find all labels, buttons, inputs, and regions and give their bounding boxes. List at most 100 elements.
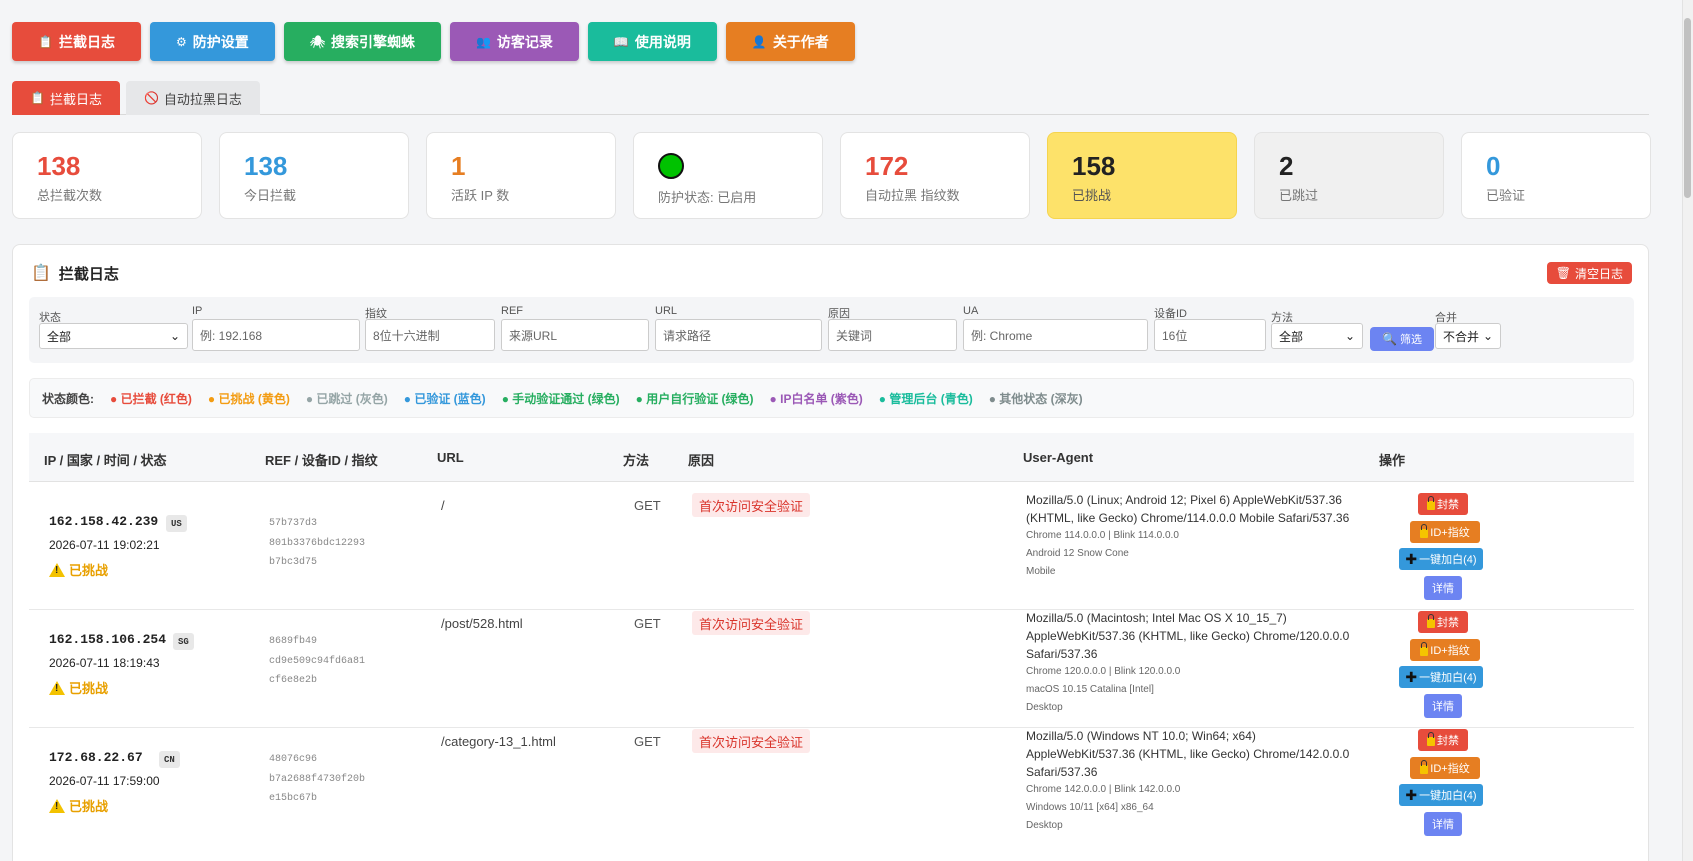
status-label: 已挑战 — [49, 560, 108, 579]
chevron-down-icon: ⌄ — [169, 329, 180, 343]
chevron-down-icon: ⌄ — [1482, 329, 1493, 343]
table-header: IP / 国家 / 时间 / 状态 REF / 设备ID / 指纹 URL 方法… — [29, 433, 1634, 482]
filter-label: URL — [655, 305, 678, 317]
legend-item: ● 其他状态 (深灰) — [988, 391, 1083, 406]
subtab-auto-blacklist-log[interactable]: 🚫 自动拉黑日志 — [125, 81, 260, 115]
reason-badge: 首次访问安全验证 — [692, 493, 811, 517]
whitelist-button[interactable]: ✚ 一键加白(4) — [1399, 548, 1483, 570]
tab-search-spiders[interactable]: 🕷 搜索引擎蜘蛛 — [283, 22, 441, 61]
stat-label: 已验证 — [1486, 188, 1526, 203]
ban-button[interactable]: 封禁 — [1418, 611, 1468, 633]
status-text: 已挑战 — [69, 681, 109, 696]
detail-button[interactable]: 详情 — [1424, 576, 1462, 600]
ua-device: Mobile — [1026, 566, 1056, 577]
user-agent: Mozilla/5.0 (Linux; Android 12; Pixel 6)… — [1026, 491, 1366, 581]
scrollbar[interactable] — [1682, 0, 1693, 861]
filter-label: 状态 — [39, 312, 61, 324]
fingerprint: cf6e8e2b — [269, 675, 318, 686]
ban-label: 封禁 — [1437, 735, 1459, 747]
legend-item: ● IP白名单 (紫色) — [769, 391, 863, 406]
status-select[interactable]: 全部 ⌄ — [39, 323, 188, 349]
column-header: User-Agent — [1023, 450, 1094, 465]
lock-icon — [1420, 524, 1429, 538]
stat-value: 2 — [1279, 151, 1294, 181]
tab-label: 搜索引擎蜘蛛 — [330, 33, 415, 50]
stats-row: 138 总拦截次数 138 今日拦截 1 活跃 IP 数 防护状态: 已启用 172 自… — [12, 132, 1651, 219]
tab-about-author[interactable]: 👤 关于作者 — [725, 22, 855, 61]
ban-button[interactable]: 封禁 — [1418, 729, 1468, 751]
filter-label: 方法 — [1271, 312, 1293, 324]
scroll-thumb[interactable] — [1684, 18, 1691, 198]
whitelist-button[interactable]: ✚ 一键加白(4) — [1399, 784, 1483, 806]
warning-icon — [49, 680, 65, 695]
tab-label: 防护设置 — [192, 33, 249, 50]
whitelist-button[interactable]: ✚ 一键加白(4) — [1399, 666, 1483, 688]
request-method: GET — [634, 734, 661, 749]
filter-button-label: 筛选 — [1399, 334, 1422, 346]
ref-input[interactable]: 来源URL — [501, 319, 649, 351]
filter-label: UA — [963, 305, 979, 317]
filter-ua: UA 例: Chrome — [963, 305, 1148, 351]
request-method: GET — [634, 498, 661, 513]
ban-id-fingerprint-button[interactable]: ID+指纹 — [1410, 521, 1480, 543]
tab-visitor-log[interactable]: 👥 访客记录 — [449, 22, 579, 61]
whitelist-label: 一键加白(4) — [1419, 554, 1477, 566]
spider-icon: 🕷 — [309, 34, 325, 49]
whitelist-label: 一键加白(4) — [1419, 672, 1477, 684]
fingerprint-input[interactable]: 8位十六进制 — [365, 319, 495, 351]
column-header: URL — [437, 450, 464, 465]
ban-id-fingerprint-button[interactable]: ID+指纹 — [1410, 757, 1480, 779]
filter-merge: 合并 不合并 ⌄ — [1435, 309, 1501, 349]
filter-button[interactable]: 🔍 筛选 — [1370, 327, 1434, 351]
idfp-label: ID+指纹 — [1430, 645, 1470, 657]
detail-label: 详情 — [1432, 701, 1454, 713]
table-row: 162.158.106.254 SG 2026-07-11 18:19:43 已… — [29, 601, 1634, 728]
stat-value: 138 — [244, 151, 288, 181]
ua-string: Mozilla/5.0 (Windows NT 10.0; Win64; x64… — [1026, 729, 1350, 779]
clear-log-button[interactable]: 🗑 清空日志 — [1546, 262, 1632, 284]
tab-protection-settings[interactable]: ⚙ 防护设置 — [149, 22, 275, 61]
filter-reason: 原因 关键词 — [828, 305, 957, 351]
device-id-input[interactable]: 16位 — [1154, 319, 1266, 351]
filter-label: IP — [192, 305, 203, 317]
ref-value: 8689fb49 — [269, 636, 318, 647]
url-input[interactable]: 请求路径 — [655, 319, 822, 351]
device-id: cd9e509c94fd6a81 — [269, 656, 366, 667]
lock-icon — [1427, 614, 1435, 628]
ban-id-fingerprint-button[interactable]: ID+指纹 — [1410, 639, 1480, 661]
panel-title: 📋 拦截日志 — [31, 263, 119, 284]
tab-block-log[interactable]: 📋 拦截日志 — [12, 22, 141, 61]
ip-address[interactable]: 162.158.42.239 — [49, 514, 158, 529]
users-icon: 👥 — [475, 34, 491, 49]
reason-input[interactable]: 关键词 — [828, 319, 957, 351]
tab-usage-guide[interactable]: 📖 使用说明 — [587, 22, 717, 61]
request-url: /post/528.html — [441, 616, 523, 631]
merge-select[interactable]: 不合并 ⌄ — [1435, 323, 1501, 349]
country-badge: CN — [159, 751, 180, 768]
column-header: IP / 国家 / 时间 / 状态 — [44, 453, 167, 468]
warning-icon — [49, 798, 65, 813]
detail-button[interactable]: 详情 — [1424, 812, 1462, 836]
ban-button[interactable]: 封禁 — [1418, 493, 1468, 515]
ip-address[interactable]: 162.158.106.254 — [49, 632, 166, 647]
stat-card-challenged[interactable]: 158 已挑战 — [1047, 132, 1237, 219]
stat-card-active-ip: 1 活跃 IP 数 — [426, 132, 616, 219]
subtab-block-log[interactable]: 📋 拦截日志 — [12, 81, 120, 115]
table-row: 172.68.22.67 CN 2026-07-11 17:59:00 已挑战 … — [29, 719, 1634, 846]
reason-badge: 首次访问安全验证 — [692, 729, 811, 753]
ua-input[interactable]: 例: Chrome — [963, 319, 1148, 351]
method-select[interactable]: 全部 ⌄ — [1271, 323, 1363, 349]
stat-card-verified[interactable]: 0 已验证 — [1461, 132, 1651, 219]
user-agent: Mozilla/5.0 (Windows NT 10.0; Win64; x64… — [1026, 727, 1366, 835]
filter-fingerprint: 指纹 8位十六进制 — [365, 305, 495, 351]
request-url: /category-13_1.html — [441, 734, 556, 749]
detail-button[interactable]: 详情 — [1424, 694, 1462, 718]
detail-label: 详情 — [1432, 819, 1454, 831]
clear-log-label: 清空日志 — [1574, 266, 1623, 281]
ip-address[interactable]: 172.68.22.67 — [49, 750, 143, 765]
stat-value: 1 — [451, 151, 466, 181]
ua-string: Mozilla/5.0 (Linux; Android 12; Pixel 6)… — [1026, 493, 1350, 525]
stat-card-protection-status: 防护状态: 已启用 — [633, 132, 823, 219]
stat-card-skipped[interactable]: 2 已跳过 — [1254, 132, 1444, 219]
ip-input[interactable]: 例: 192.168 — [192, 319, 360, 351]
